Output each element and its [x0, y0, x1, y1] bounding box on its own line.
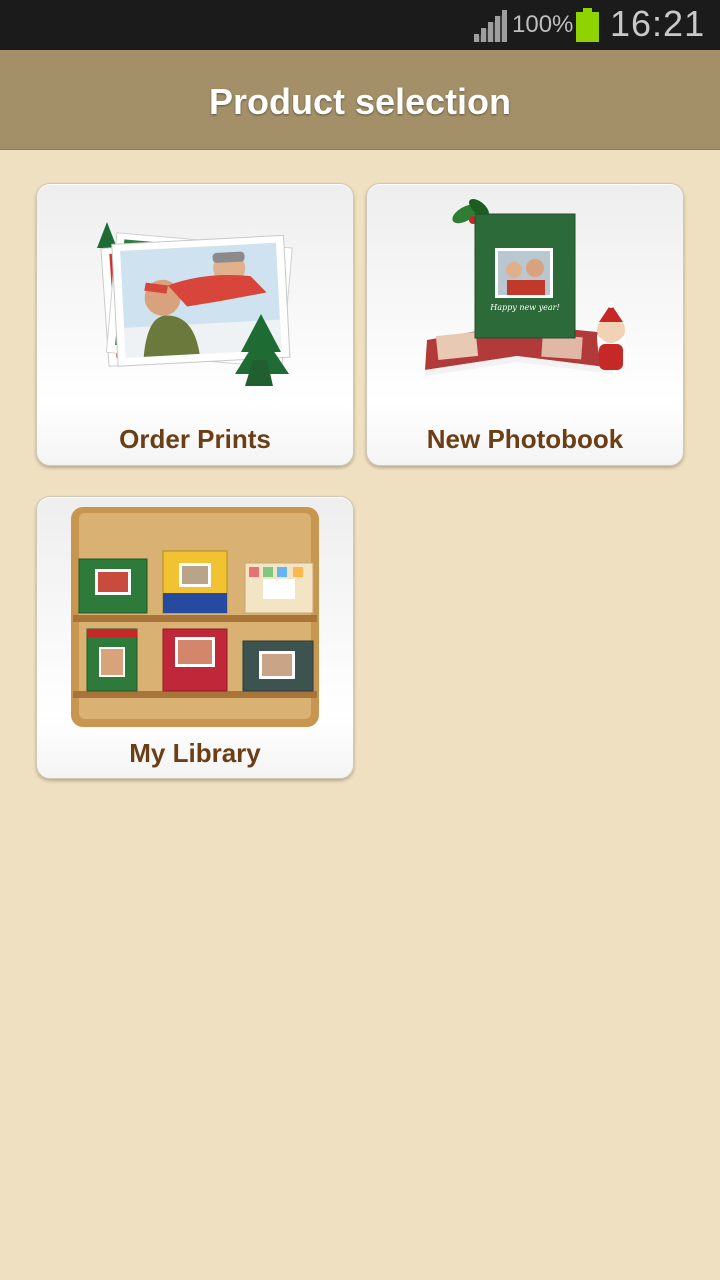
- my-library-label: My Library: [129, 738, 261, 768]
- page-title: Product selection: [208, 81, 512, 122]
- status-bar: 100% 16:21: [0, 0, 720, 50]
- bookshelf-icon: [71, 507, 319, 727]
- stacked-photos-christmas-icon: [97, 222, 293, 386]
- order-prints-label: Order Prints: [119, 424, 271, 454]
- my-library-button[interactable]: My Library: [36, 496, 354, 779]
- new-photobook-label: New Photobook: [426, 424, 624, 454]
- battery-percent: 100%: [512, 11, 574, 38]
- order-prints-button[interactable]: Order Prints: [36, 183, 354, 466]
- christmas-photobook-icon: Happy new year!: [425, 199, 625, 376]
- clock: 16:21: [610, 3, 706, 44]
- title-bar: Product selection: [0, 50, 720, 150]
- battery-full-icon: [576, 8, 599, 42]
- svg-text:Happy new year!: Happy new year!: [489, 303, 559, 312]
- new-photobook-button[interactable]: Happy new year! New Photobook: [366, 183, 684, 466]
- signal-bars-icon: [473, 10, 507, 42]
